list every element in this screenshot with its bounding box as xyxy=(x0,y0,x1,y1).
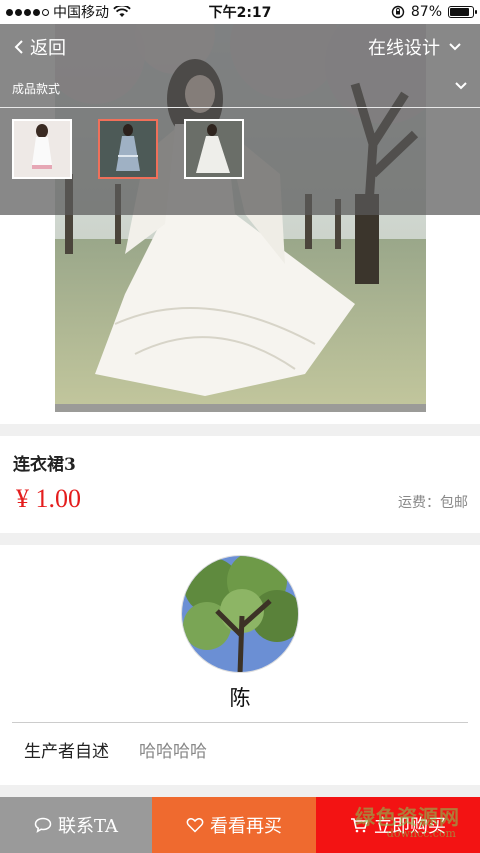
product-price: ¥ 1.00 xyxy=(16,484,81,513)
chevron-down-icon xyxy=(449,43,461,51)
contact-button[interactable]: 联系TA xyxy=(0,797,152,853)
battery-level xyxy=(450,8,470,16)
category-expand-button[interactable] xyxy=(454,76,468,95)
online-design-label: 在线设计 xyxy=(368,38,440,59)
battery-icon xyxy=(448,6,477,18)
chevron-down-icon xyxy=(455,82,467,90)
buy-now-button[interactable]: 绿色资源网 downcc.com 立即购买 xyxy=(316,797,480,853)
back-label: 返回 xyxy=(30,38,66,59)
chevron-left-icon xyxy=(14,40,23,54)
category-label: 成品款式 xyxy=(12,82,61,96)
battery-percent: 87% xyxy=(410,4,442,20)
status-bar: 中国移动 下午2:17 87% xyxy=(0,0,480,24)
overlay-divider xyxy=(0,107,480,108)
back-button[interactable]: 返回 xyxy=(14,34,66,60)
producer-description: 哈哈哈哈 xyxy=(139,742,207,762)
buy-now-label: 立即购买 xyxy=(374,816,446,837)
status-right: 87% xyxy=(391,0,477,24)
dress-thumbnail-image xyxy=(100,121,156,177)
buy-later-label: 看看再买 xyxy=(210,816,282,837)
producer-name: 陈 xyxy=(229,686,251,710)
contact-label: 联系TA xyxy=(57,816,119,837)
product-name: 连衣裙3 xyxy=(13,455,76,475)
producer-description-label: 生产者自述 xyxy=(24,742,109,762)
producer-avatar[interactable] xyxy=(181,555,299,673)
online-design-dropdown[interactable]: 在线设计 xyxy=(368,34,462,60)
style-thumbnail[interactable] xyxy=(98,119,158,179)
style-thumbnail[interactable] xyxy=(184,119,244,179)
orientation-lock-icon xyxy=(391,5,405,19)
heart-icon xyxy=(186,818,204,833)
product-info-card: 连衣裙3 ¥ 1.00 运费：包邮 xyxy=(0,436,480,533)
shipping-info: 运费：包邮 xyxy=(398,495,468,511)
style-overlay-panel: 返回 在线设计 成品款式 xyxy=(0,24,480,215)
style-thumbnail[interactable] xyxy=(12,119,72,179)
dress-thumbnail-image xyxy=(186,121,242,177)
cart-icon xyxy=(351,818,368,833)
buy-later-button[interactable]: 看看再买 xyxy=(152,797,316,853)
producer-card: 陈 生产者自述 哈哈哈哈 xyxy=(0,545,480,785)
producer-divider xyxy=(12,722,468,723)
dress-thumbnail-image xyxy=(14,121,70,177)
bottom-action-bar: 联系TA 看看再买 绿色资源网 downcc.com 立即购买 xyxy=(0,797,480,853)
chat-bubble-icon xyxy=(34,817,52,833)
